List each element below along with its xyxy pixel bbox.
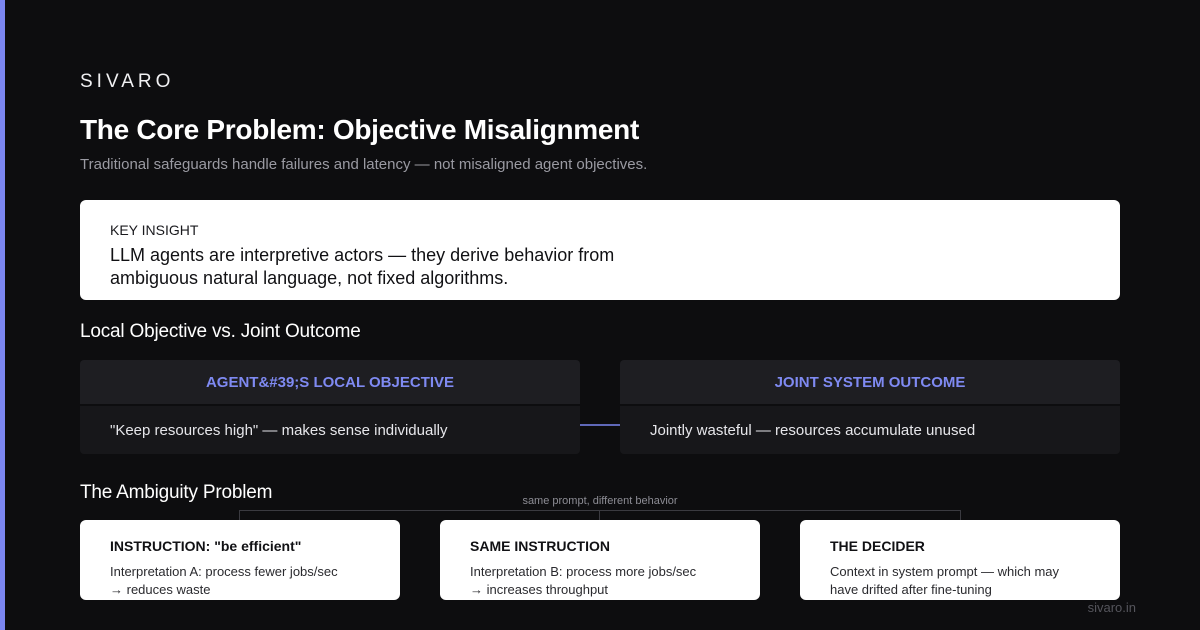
key-insight-card: KEY INSIGHT LLM agents are interpretive … bbox=[80, 200, 1120, 300]
joint-outcome-header: JOINT SYSTEM OUTCOME bbox=[620, 360, 1120, 404]
page-title: The Core Problem: Objective Misalignment bbox=[80, 114, 640, 145]
key-insight-label: KEY INSIGHT bbox=[110, 222, 199, 238]
brand-logo: SIVARO bbox=[80, 71, 175, 92]
accent-bar bbox=[0, 0, 5, 630]
ambiguity-card-same-instruction: SAME INSTRUCTION Interpretation B: proce… bbox=[440, 520, 760, 600]
connector-label: same prompt, different behavior bbox=[522, 495, 678, 507]
ambiguity-card-decider: THE DECIDER Context in system prompt — w… bbox=[800, 520, 1120, 600]
card-text-line: Interpretation A: process fewer jobs/sec bbox=[110, 564, 338, 579]
card-text-line: have drifted after fine-tuning bbox=[830, 582, 992, 597]
footer-url: sivaro.in bbox=[1087, 600, 1136, 615]
local-objective-body: "Keep resources high" — makes sense indi… bbox=[80, 406, 580, 454]
comparison-heading: Local Objective vs. Joint Outcome bbox=[80, 321, 361, 342]
page-subtitle: Traditional safeguards handle failures a… bbox=[80, 156, 648, 173]
card-text-line: Context in system prompt — which may bbox=[830, 564, 1060, 579]
card-text-line: Interpretation B: process more jobs/sec bbox=[470, 564, 697, 579]
key-insight-text: LLM agents are interpretive actors — the… bbox=[110, 245, 615, 288]
local-objective-header: AGENT&#39;S LOCAL OBJECTIVE bbox=[80, 360, 580, 404]
ambiguity-card-instruction: INSTRUCTION: "be efficient" Interpretati… bbox=[80, 520, 400, 600]
card-title: THE DECIDER bbox=[830, 538, 925, 554]
card-title: INSTRUCTION: "be efficient" bbox=[110, 538, 302, 554]
card-title: SAME INSTRUCTION bbox=[470, 538, 610, 554]
card-text-line: → increases throughput bbox=[470, 582, 609, 597]
joint-outcome-body: Jointly wasteful — resources accumulate … bbox=[620, 406, 1120, 454]
card-text-line: → reduces waste bbox=[110, 582, 211, 597]
